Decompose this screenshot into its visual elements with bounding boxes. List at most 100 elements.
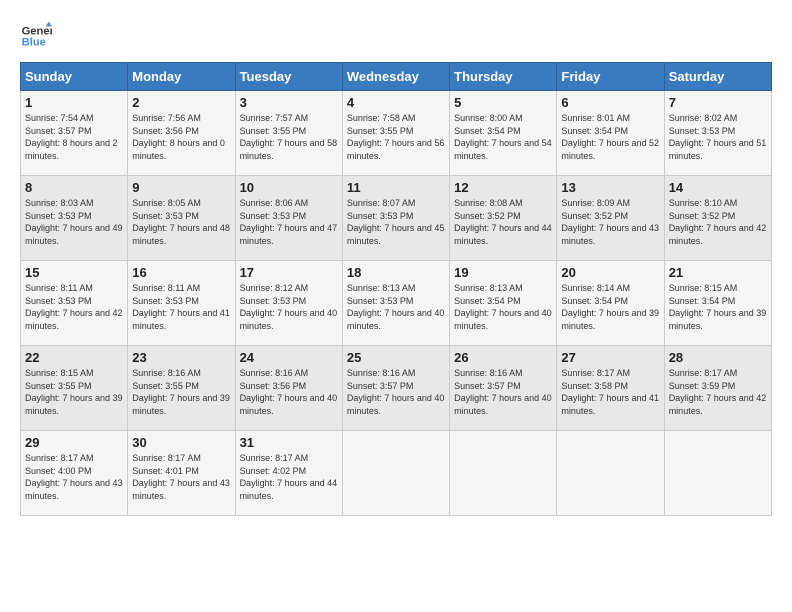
- calendar-cell: 1 Sunrise: 7:54 AM Sunset: 3:57 PM Dayli…: [21, 91, 128, 176]
- day-number: 29: [25, 435, 123, 450]
- calendar-cell: 12 Sunrise: 8:08 AM Sunset: 3:52 PM Dayl…: [450, 176, 557, 261]
- calendar-cell: 17 Sunrise: 8:12 AM Sunset: 3:53 PM Dayl…: [235, 261, 342, 346]
- calendar-week-5: 29 Sunrise: 8:17 AM Sunset: 4:00 PM Dayl…: [21, 431, 772, 516]
- day-number: 28: [669, 350, 767, 365]
- day-info: Sunrise: 7:57 AM Sunset: 3:55 PM Dayligh…: [240, 112, 338, 162]
- day-info: Sunrise: 8:16 AM Sunset: 3:57 PM Dayligh…: [347, 367, 445, 417]
- day-header-tuesday: Tuesday: [235, 63, 342, 91]
- day-header-thursday: Thursday: [450, 63, 557, 91]
- day-number: 23: [132, 350, 230, 365]
- day-number: 22: [25, 350, 123, 365]
- day-number: 31: [240, 435, 338, 450]
- calendar-cell: 5 Sunrise: 8:00 AM Sunset: 3:54 PM Dayli…: [450, 91, 557, 176]
- calendar-cell: 10 Sunrise: 8:06 AM Sunset: 3:53 PM Dayl…: [235, 176, 342, 261]
- calendar-cell: 19 Sunrise: 8:13 AM Sunset: 3:54 PM Dayl…: [450, 261, 557, 346]
- svg-text:General: General: [22, 25, 52, 37]
- day-info: Sunrise: 8:06 AM Sunset: 3:53 PM Dayligh…: [240, 197, 338, 247]
- calendar-table: SundayMondayTuesdayWednesdayThursdayFrid…: [20, 62, 772, 516]
- day-info: Sunrise: 8:11 AM Sunset: 3:53 PM Dayligh…: [132, 282, 230, 332]
- calendar-cell: 4 Sunrise: 7:58 AM Sunset: 3:55 PM Dayli…: [342, 91, 449, 176]
- day-number: 20: [561, 265, 659, 280]
- day-number: 19: [454, 265, 552, 280]
- day-number: 25: [347, 350, 445, 365]
- calendar-cell: 3 Sunrise: 7:57 AM Sunset: 3:55 PM Dayli…: [235, 91, 342, 176]
- calendar-cell: 24 Sunrise: 8:16 AM Sunset: 3:56 PM Dayl…: [235, 346, 342, 431]
- day-number: 7: [669, 95, 767, 110]
- day-number: 9: [132, 180, 230, 195]
- day-number: 24: [240, 350, 338, 365]
- day-number: 3: [240, 95, 338, 110]
- page-header: General Blue: [20, 20, 772, 52]
- day-number: 2: [132, 95, 230, 110]
- calendar-cell: 2 Sunrise: 7:56 AM Sunset: 3:56 PM Dayli…: [128, 91, 235, 176]
- svg-text:Blue: Blue: [22, 37, 46, 49]
- day-info: Sunrise: 8:16 AM Sunset: 3:56 PM Dayligh…: [240, 367, 338, 417]
- calendar-cell: 15 Sunrise: 8:11 AM Sunset: 3:53 PM Dayl…: [21, 261, 128, 346]
- day-number: 11: [347, 180, 445, 195]
- day-info: Sunrise: 8:17 AM Sunset: 3:59 PM Dayligh…: [669, 367, 767, 417]
- day-info: Sunrise: 8:09 AM Sunset: 3:52 PM Dayligh…: [561, 197, 659, 247]
- calendar-cell: [557, 431, 664, 516]
- calendar-cell: 30 Sunrise: 8:17 AM Sunset: 4:01 PM Dayl…: [128, 431, 235, 516]
- day-info: Sunrise: 8:17 AM Sunset: 3:58 PM Dayligh…: [561, 367, 659, 417]
- day-header-wednesday: Wednesday: [342, 63, 449, 91]
- calendar-week-4: 22 Sunrise: 8:15 AM Sunset: 3:55 PM Dayl…: [21, 346, 772, 431]
- day-info: Sunrise: 8:17 AM Sunset: 4:02 PM Dayligh…: [240, 452, 338, 502]
- day-number: 18: [347, 265, 445, 280]
- day-info: Sunrise: 8:03 AM Sunset: 3:53 PM Dayligh…: [25, 197, 123, 247]
- calendar-cell: 9 Sunrise: 8:05 AM Sunset: 3:53 PM Dayli…: [128, 176, 235, 261]
- day-number: 27: [561, 350, 659, 365]
- day-info: Sunrise: 8:07 AM Sunset: 3:53 PM Dayligh…: [347, 197, 445, 247]
- calendar-cell: 26 Sunrise: 8:16 AM Sunset: 3:57 PM Dayl…: [450, 346, 557, 431]
- calendar-cell: 7 Sunrise: 8:02 AM Sunset: 3:53 PM Dayli…: [664, 91, 771, 176]
- day-info: Sunrise: 8:13 AM Sunset: 3:54 PM Dayligh…: [454, 282, 552, 332]
- calendar-cell: 23 Sunrise: 8:16 AM Sunset: 3:55 PM Dayl…: [128, 346, 235, 431]
- calendar-cell: [664, 431, 771, 516]
- day-header-monday: Monday: [128, 63, 235, 91]
- calendar-cell: 18 Sunrise: 8:13 AM Sunset: 3:53 PM Dayl…: [342, 261, 449, 346]
- calendar-cell: 21 Sunrise: 8:15 AM Sunset: 3:54 PM Dayl…: [664, 261, 771, 346]
- logo: General Blue: [20, 20, 52, 52]
- day-header-sunday: Sunday: [21, 63, 128, 91]
- calendar-cell: 27 Sunrise: 8:17 AM Sunset: 3:58 PM Dayl…: [557, 346, 664, 431]
- day-number: 8: [25, 180, 123, 195]
- day-number: 15: [25, 265, 123, 280]
- calendar-cell: [450, 431, 557, 516]
- calendar-week-2: 8 Sunrise: 8:03 AM Sunset: 3:53 PM Dayli…: [21, 176, 772, 261]
- day-info: Sunrise: 7:56 AM Sunset: 3:56 PM Dayligh…: [132, 112, 230, 162]
- day-info: Sunrise: 7:58 AM Sunset: 3:55 PM Dayligh…: [347, 112, 445, 162]
- calendar-week-3: 15 Sunrise: 8:11 AM Sunset: 3:53 PM Dayl…: [21, 261, 772, 346]
- day-info: Sunrise: 8:15 AM Sunset: 3:55 PM Dayligh…: [25, 367, 123, 417]
- day-info: Sunrise: 8:17 AM Sunset: 4:01 PM Dayligh…: [132, 452, 230, 502]
- day-info: Sunrise: 8:08 AM Sunset: 3:52 PM Dayligh…: [454, 197, 552, 247]
- calendar-cell: [342, 431, 449, 516]
- day-number: 5: [454, 95, 552, 110]
- day-number: 10: [240, 180, 338, 195]
- day-info: Sunrise: 8:16 AM Sunset: 3:57 PM Dayligh…: [454, 367, 552, 417]
- day-info: Sunrise: 8:15 AM Sunset: 3:54 PM Dayligh…: [669, 282, 767, 332]
- day-info: Sunrise: 8:17 AM Sunset: 4:00 PM Dayligh…: [25, 452, 123, 502]
- day-number: 30: [132, 435, 230, 450]
- day-info: Sunrise: 8:13 AM Sunset: 3:53 PM Dayligh…: [347, 282, 445, 332]
- day-number: 6: [561, 95, 659, 110]
- day-info: Sunrise: 7:54 AM Sunset: 3:57 PM Dayligh…: [25, 112, 123, 162]
- day-info: Sunrise: 8:14 AM Sunset: 3:54 PM Dayligh…: [561, 282, 659, 332]
- calendar-cell: 20 Sunrise: 8:14 AM Sunset: 3:54 PM Dayl…: [557, 261, 664, 346]
- header-row: SundayMondayTuesdayWednesdayThursdayFrid…: [21, 63, 772, 91]
- calendar-cell: 8 Sunrise: 8:03 AM Sunset: 3:53 PM Dayli…: [21, 176, 128, 261]
- day-header-saturday: Saturday: [664, 63, 771, 91]
- day-number: 17: [240, 265, 338, 280]
- day-number: 26: [454, 350, 552, 365]
- day-info: Sunrise: 8:02 AM Sunset: 3:53 PM Dayligh…: [669, 112, 767, 162]
- calendar-cell: 11 Sunrise: 8:07 AM Sunset: 3:53 PM Dayl…: [342, 176, 449, 261]
- day-info: Sunrise: 8:16 AM Sunset: 3:55 PM Dayligh…: [132, 367, 230, 417]
- calendar-cell: 25 Sunrise: 8:16 AM Sunset: 3:57 PM Dayl…: [342, 346, 449, 431]
- calendar-week-1: 1 Sunrise: 7:54 AM Sunset: 3:57 PM Dayli…: [21, 91, 772, 176]
- calendar-cell: 14 Sunrise: 8:10 AM Sunset: 3:52 PM Dayl…: [664, 176, 771, 261]
- logo-icon: General Blue: [20, 20, 52, 52]
- day-number: 13: [561, 180, 659, 195]
- calendar-cell: 28 Sunrise: 8:17 AM Sunset: 3:59 PM Dayl…: [664, 346, 771, 431]
- calendar-cell: 6 Sunrise: 8:01 AM Sunset: 3:54 PM Dayli…: [557, 91, 664, 176]
- day-info: Sunrise: 8:00 AM Sunset: 3:54 PM Dayligh…: [454, 112, 552, 162]
- day-info: Sunrise: 8:01 AM Sunset: 3:54 PM Dayligh…: [561, 112, 659, 162]
